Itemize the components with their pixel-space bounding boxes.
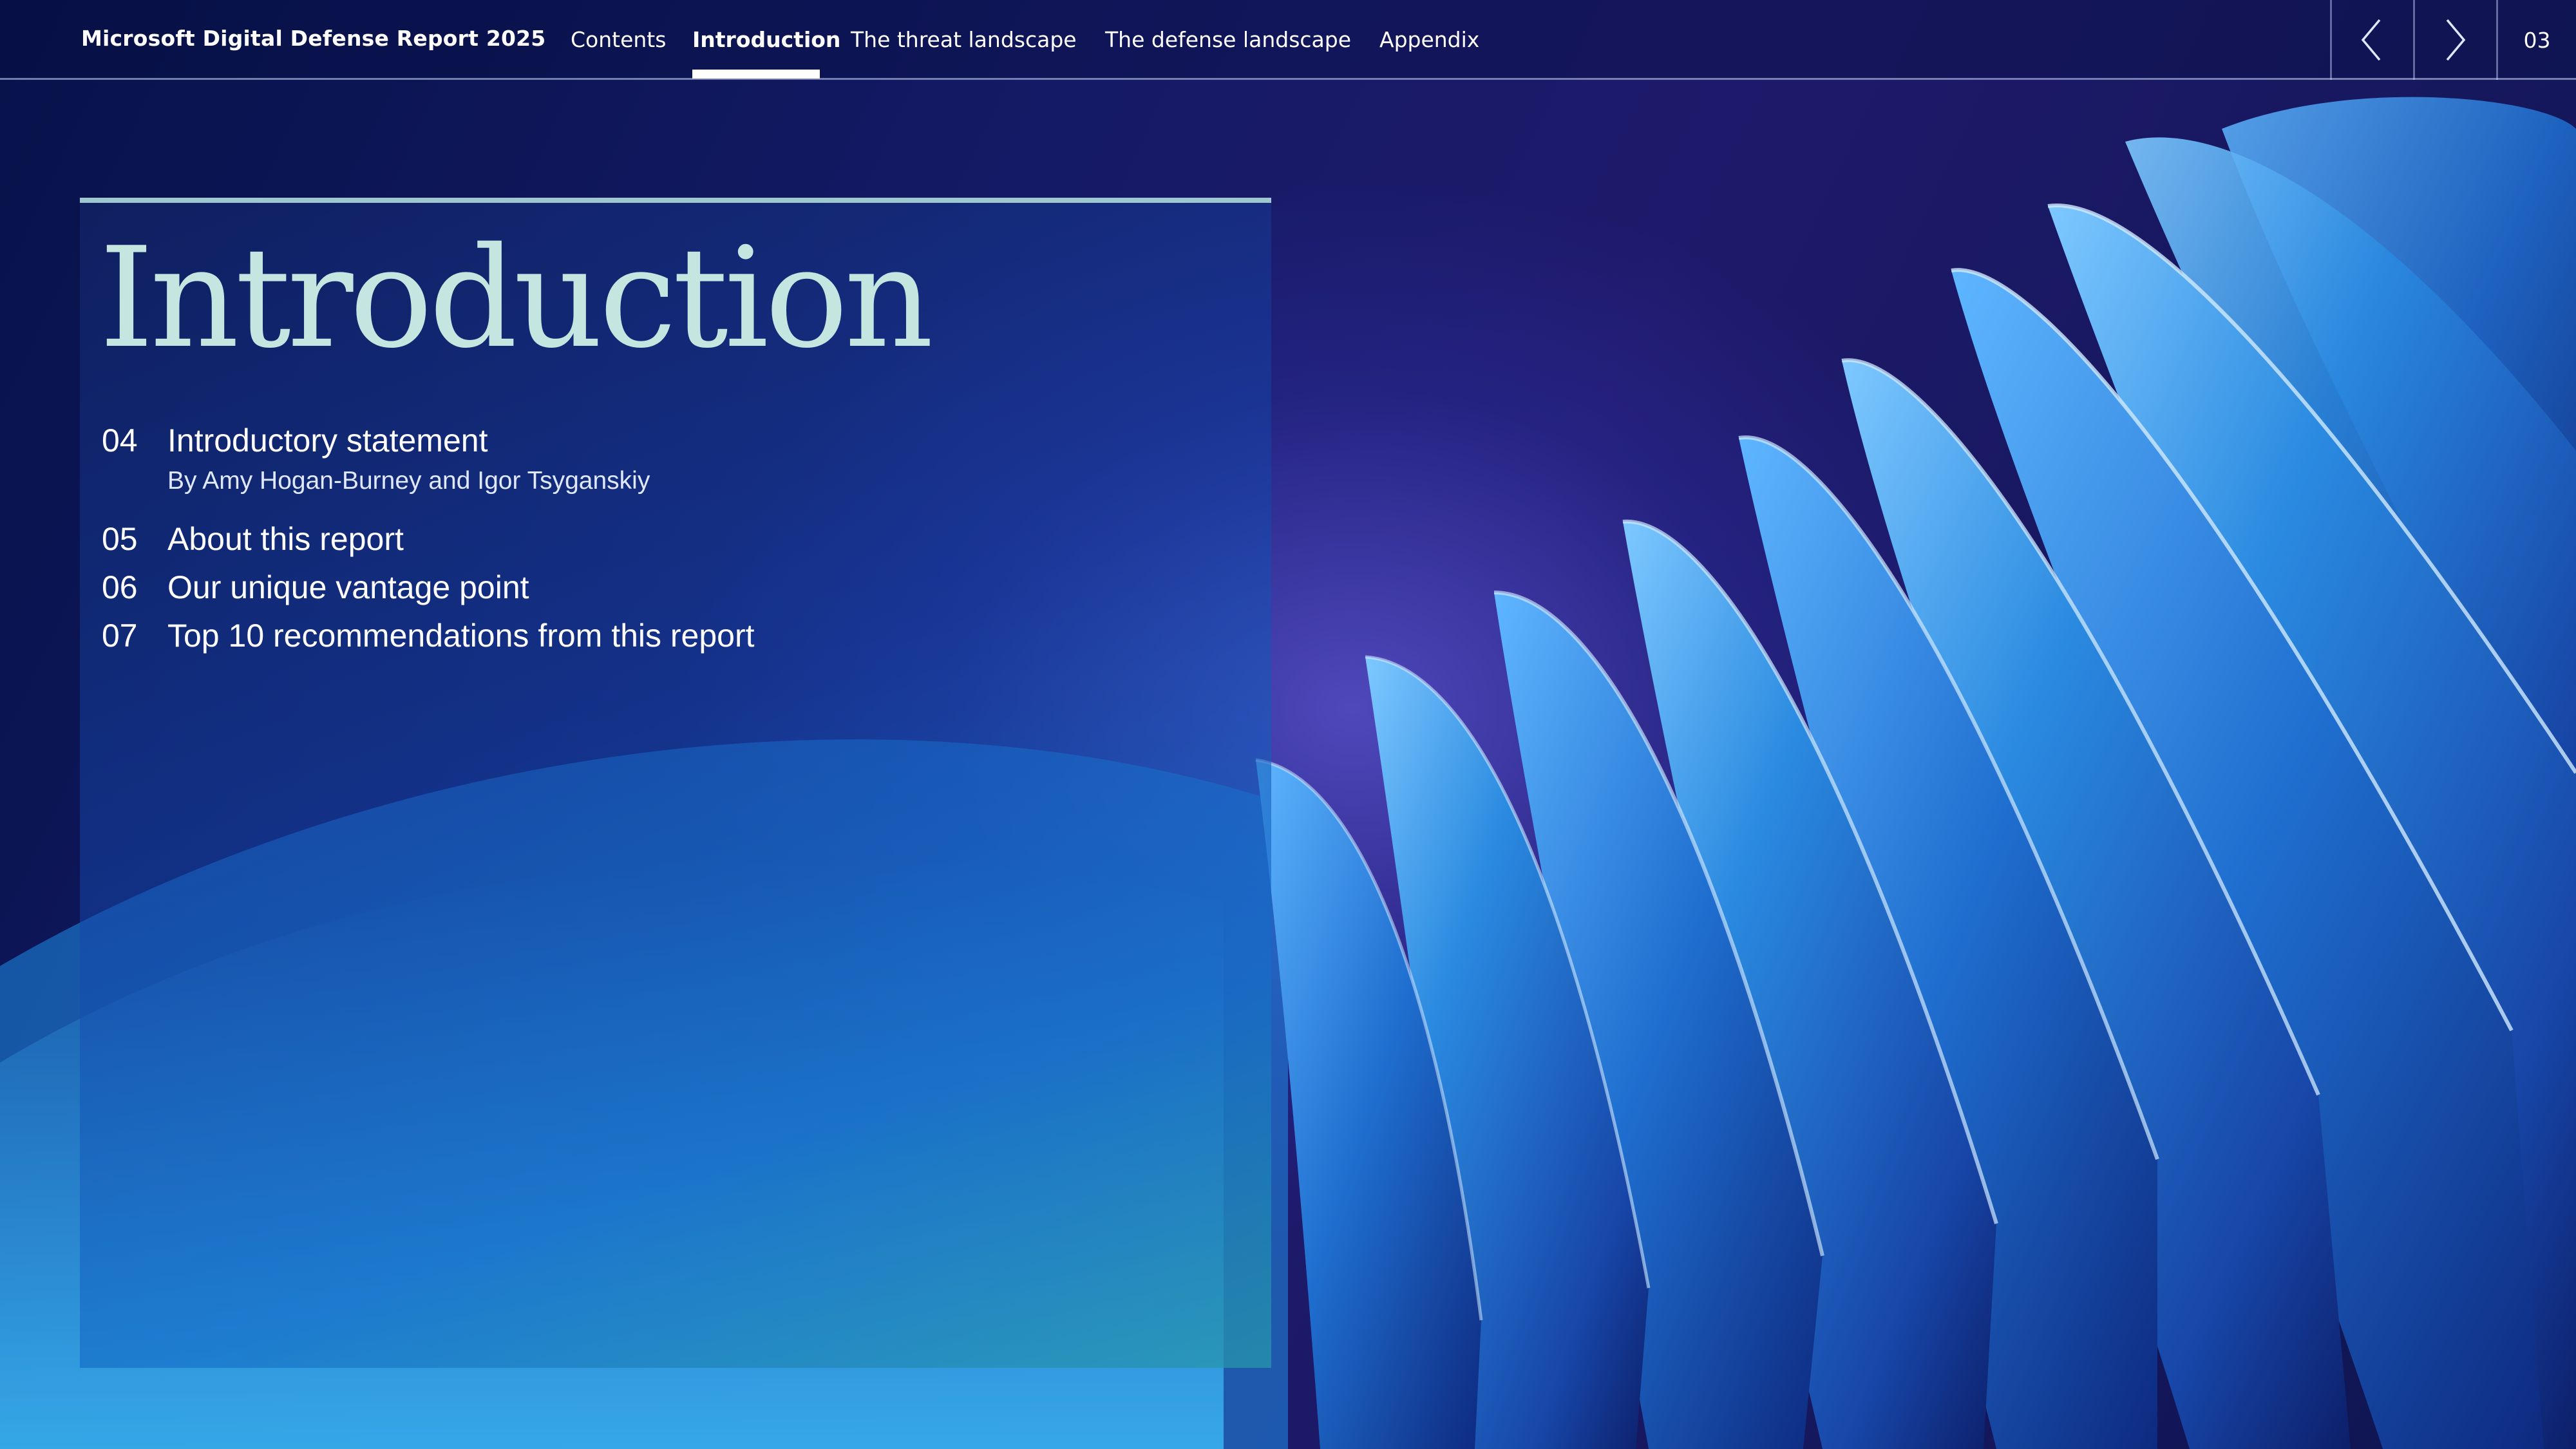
toc-page-number: 06 (102, 569, 138, 605)
chevron-right-icon (2446, 19, 2466, 61)
nav-tab-appendix[interactable]: Appendix (1379, 27, 1479, 52)
section-title: Introduction (99, 217, 934, 379)
toc-label: Introductory statement (167, 422, 488, 459)
toc-label: Our unique vantage point (167, 569, 529, 605)
page-number: 03 (2496, 0, 2576, 80)
top-navigation-bar: Microsoft Digital Defense Report 2025 Co… (0, 0, 2576, 80)
toc-page-number: 04 (102, 422, 138, 459)
previous-page-button[interactable] (2330, 0, 2412, 80)
report-page: Microsoft Digital Defense Report 2025 Co… (0, 0, 2576, 1449)
next-page-button[interactable] (2413, 0, 2495, 80)
chevron-left-icon (2361, 19, 2381, 61)
toc-page-number: 05 (102, 521, 138, 557)
nav-tab-introduction[interactable]: Introduction (692, 27, 840, 52)
report-title: Microsoft Digital Defense Report 2025 (81, 26, 546, 51)
active-tab-indicator (692, 70, 820, 79)
nav-tab-threat-landscape[interactable]: The threat landscape (851, 27, 1077, 52)
toc-label: Top 10 recommendations from this report (167, 618, 755, 654)
toc-byline: By Amy Hogan-Burney and Igor Tsyganskiy (167, 467, 650, 495)
toc-page-number: 07 (102, 618, 138, 654)
toc-label: About this report (167, 521, 404, 557)
nav-tab-contents[interactable]: Contents (571, 27, 666, 52)
introduction-panel: Introduction 04 Introductory statement B… (80, 198, 1271, 1368)
nav-tab-defense-landscape[interactable]: The defense landscape (1105, 27, 1351, 52)
